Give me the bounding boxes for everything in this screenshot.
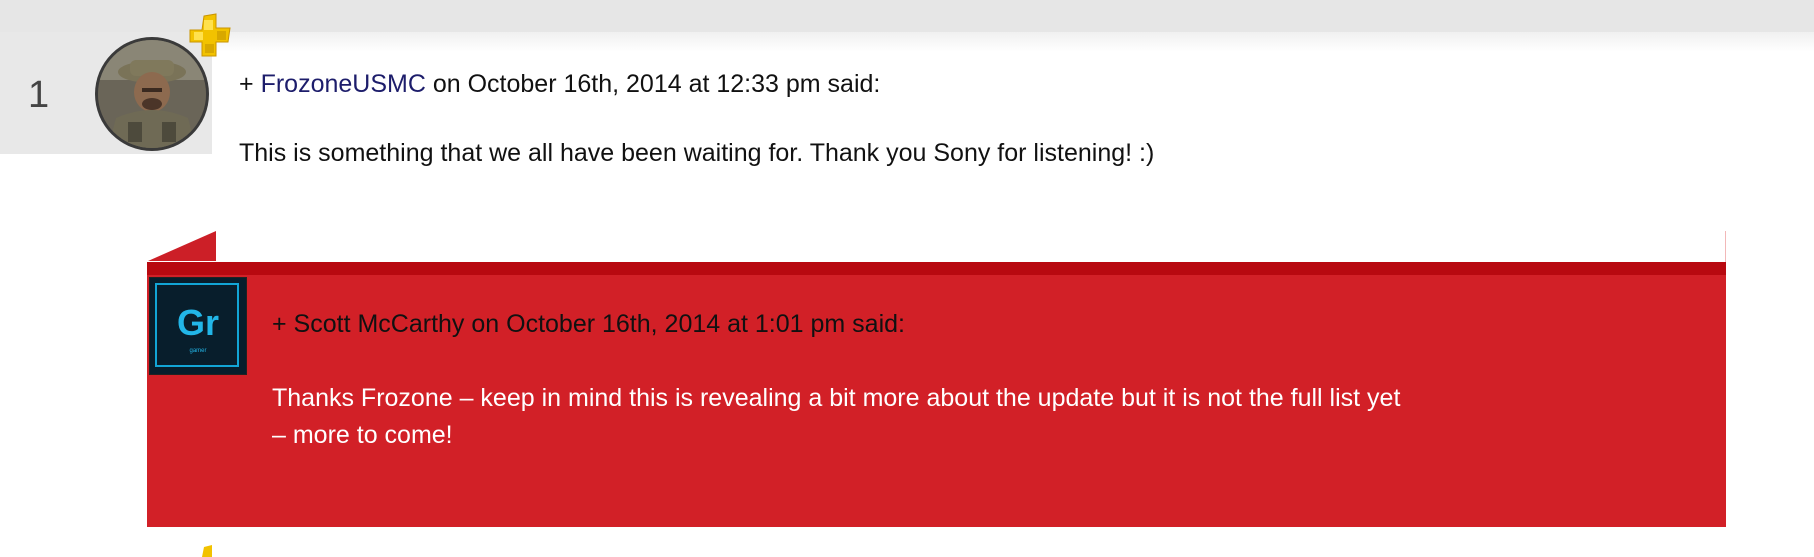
comment-body: This is something that we all have been …: [239, 139, 1155, 167]
comment-date: on October 16th, 2014 at 12:33 pm said:: [425, 70, 881, 98]
top-band: [0, 0, 1814, 32]
top-band-shadow: [0, 32, 1814, 52]
reply-avatar-logo: Gr: [176, 302, 219, 343]
reply-meta: + Scott McCarthy on October 16th, 2014 a…: [272, 310, 905, 339]
reply-topbar: [147, 262, 1726, 275]
playstation-plus-icon: [189, 13, 231, 57]
reply-avatar[interactable]: Gr gamer: [149, 277, 247, 375]
reply-author-date: Scott McCarthy on October 16th, 2014 at …: [286, 310, 905, 338]
reply-body: Thanks Frozone – keep in mind this is re…: [272, 380, 1472, 454]
reply-edge: [1725, 231, 1726, 263]
comment-meta: + FrozoneUSMC on October 16th, 2014 at 1…: [239, 70, 880, 99]
reply-body-line-1: Thanks Frozone – keep in mind this is re…: [272, 384, 1401, 412]
reply-body-line-2: – more to come!: [272, 421, 453, 449]
comment-number: 1: [28, 74, 50, 116]
reply-tab: [148, 231, 216, 261]
comment-prefix: +: [239, 70, 254, 98]
reply-prefix: +: [272, 310, 287, 338]
reply-avatar-subtext: gamer: [189, 348, 207, 354]
comment-author-link[interactable]: FrozoneUSMC: [261, 70, 426, 98]
playstation-plus-icon-partial: [202, 545, 212, 557]
